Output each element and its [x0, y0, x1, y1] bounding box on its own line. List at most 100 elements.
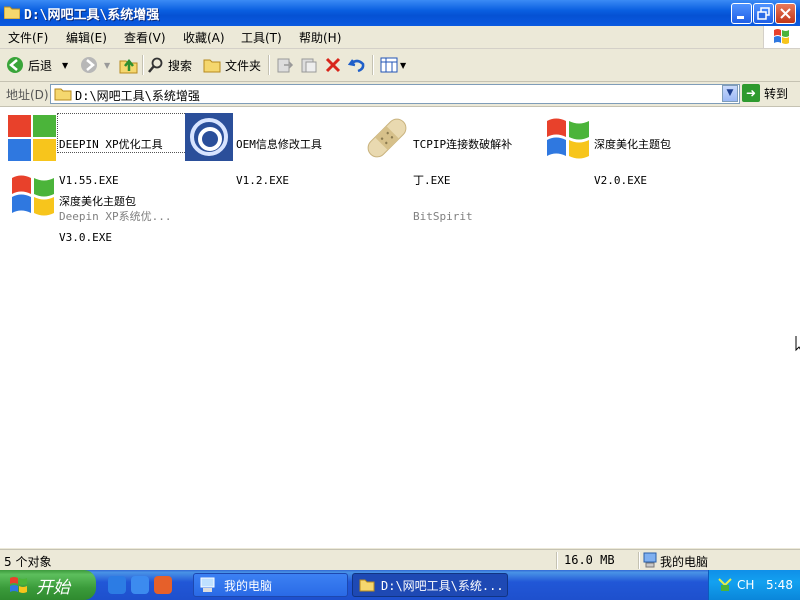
task-my-computer[interactable]: 我的电脑	[193, 573, 348, 597]
file-item[interactable]: 深度美化主题包 V3.0.EXE	[8, 170, 183, 244]
menu-file[interactable]: 文件(F)	[8, 29, 48, 46]
address-value: D:\网吧工具\系统增强	[75, 89, 200, 103]
file-name: OEM信息修改工具	[236, 138, 322, 151]
file-item[interactable]: DEEPIN XP优化工具 V1.55.EXE Deepin XP系统优...	[8, 113, 189, 223]
file-item[interactable]: 深度美化主题包 V2.0.EXE	[543, 113, 718, 187]
menu-favorites[interactable]: 收藏(A)	[183, 29, 225, 46]
chevron-down-icon[interactable]: ▼	[62, 61, 68, 70]
address-input[interactable]: D:\网吧工具\系统增强	[50, 84, 740, 104]
close-button[interactable]	[775, 3, 796, 24]
swirl-icon	[185, 113, 233, 161]
windows-flag-icon	[8, 115, 56, 161]
menu-help[interactable]: 帮助(H)	[299, 29, 341, 46]
menu-edit[interactable]: 编辑(E)	[66, 29, 107, 46]
back-button[interactable]: 后退 ▼	[6, 54, 68, 76]
go-button[interactable]: ➜ 转到	[742, 84, 788, 102]
address-bar: 地址(D) D:\网吧工具\系统增强 ▼ ➜ 转到	[0, 82, 800, 107]
forward-button[interactable]: ▼	[80, 54, 110, 76]
file-name: 深度美化主题包	[594, 138, 671, 151]
mouse-cursor-icon	[795, 336, 800, 352]
toolbar-separator	[268, 55, 270, 75]
go-label: 转到	[764, 86, 789, 101]
up-folder-button[interactable]	[119, 54, 139, 76]
search-button[interactable]: 搜索	[148, 54, 192, 76]
back-arrow-icon	[7, 57, 23, 73]
file-detail: V3.0.EXE	[59, 231, 112, 244]
views-grid-icon	[380, 57, 398, 73]
my-computer-icon	[643, 552, 657, 568]
task-explorer-window[interactable]: D:\网吧工具\系统...	[352, 573, 508, 597]
chevron-down-icon: ▼	[400, 60, 407, 70]
total-size: 16.0 MB	[564, 553, 615, 567]
taskbar: 开始 我的电脑 D:\网吧工具\系统... CH 5:48	[0, 570, 800, 600]
start-label: 开始	[36, 577, 70, 598]
file-detail: V1.2.EXE	[236, 174, 289, 187]
minimize-button[interactable]	[731, 3, 752, 24]
menu-bar: 文件(F) 编辑(E) 查看(V) 收藏(A) 工具(T) 帮助(H)	[0, 26, 800, 49]
browser-icon[interactable]	[131, 576, 149, 594]
bandage-icon	[367, 118, 407, 158]
task-label: D:\网吧工具\系统...	[381, 578, 504, 593]
toolbar-separator	[142, 55, 144, 75]
status-divider	[556, 552, 558, 569]
language-indicator[interactable]: CH	[737, 578, 754, 592]
minimize-icon	[737, 16, 744, 19]
move-to-icon	[277, 58, 294, 73]
chat-icon[interactable]	[154, 576, 172, 594]
maximize-button[interactable]	[753, 3, 774, 24]
windows-flag-icon	[547, 118, 589, 159]
ie-icon[interactable]	[108, 576, 126, 594]
clock[interactable]: 5:48	[766, 578, 793, 592]
menu-tools[interactable]: 工具(T)	[241, 29, 282, 46]
copy-to-button[interactable]	[300, 54, 318, 76]
toolbar-separator	[372, 55, 374, 75]
folder-icon	[359, 579, 375, 592]
folder-icon	[203, 59, 221, 73]
my-computer-icon	[200, 577, 215, 592]
restore-icon	[757, 7, 770, 20]
toolbar: 后退 ▼ ▼ 搜索 文件夹 ▼	[0, 49, 800, 82]
title-bar: D:\网吧工具\系统增强	[0, 0, 800, 26]
status-location: 我的电脑	[660, 555, 709, 569]
undo-icon	[348, 59, 365, 73]
back-label: 后退	[28, 58, 53, 73]
delete-x-icon	[325, 57, 341, 73]
folders-label: 文件夹	[225, 58, 262, 73]
network-icon[interactable]	[717, 577, 733, 593]
forward-arrow-icon	[81, 57, 97, 73]
status-bar: 5 个对象 16.0 MB 我的电脑	[0, 549, 800, 571]
file-list[interactable]: DEEPIN XP优化工具 V1.55.EXE Deepin XP系统优... …	[0, 107, 800, 548]
folder-icon	[54, 88, 72, 101]
file-description: BitSpirit	[413, 210, 473, 223]
file-detail: V2.0.EXE	[594, 174, 647, 187]
windows-logo-icon	[763, 26, 800, 48]
file-name: TCPIP连接数破解补	[413, 138, 513, 151]
file-item[interactable]: TCPIP连接数破解补 丁.EXE BitSpirit	[362, 113, 537, 223]
start-button[interactable]: 开始	[0, 570, 96, 600]
close-icon	[780, 8, 791, 19]
search-icon	[148, 57, 163, 73]
file-item[interactable]: OEM信息修改工具 V1.2.EXE	[185, 113, 360, 187]
file-name: DEEPIN XP优化工具	[59, 138, 163, 151]
address-label: 地址(D)	[6, 88, 49, 102]
undo-button[interactable]	[348, 54, 366, 76]
chevron-down-icon[interactable]: ▼	[722, 85, 738, 102]
move-to-button[interactable]	[276, 54, 294, 76]
object-count: 5 个对象	[4, 555, 52, 569]
task-label: 我的电脑	[224, 578, 273, 593]
file-name: 深度美化主题包	[59, 195, 136, 208]
windows-flag-icon	[12, 175, 54, 216]
window-title: D:\网吧工具\系统增强	[24, 8, 160, 23]
file-name-cont: 丁.EXE	[413, 174, 451, 187]
system-tray: CH 5:48	[708, 570, 800, 600]
menu-view[interactable]: 查看(V)	[124, 29, 166, 46]
folder-icon	[4, 6, 20, 19]
windows-logo-icon	[10, 577, 27, 593]
status-divider	[638, 552, 640, 569]
copy-to-icon	[301, 58, 317, 73]
delete-button[interactable]	[324, 54, 342, 76]
views-button[interactable]: ▼	[380, 54, 406, 76]
chevron-down-icon[interactable]: ▼	[104, 61, 110, 70]
go-arrow-icon: ➜	[742, 84, 760, 102]
folders-button[interactable]: 文件夹	[203, 54, 261, 76]
